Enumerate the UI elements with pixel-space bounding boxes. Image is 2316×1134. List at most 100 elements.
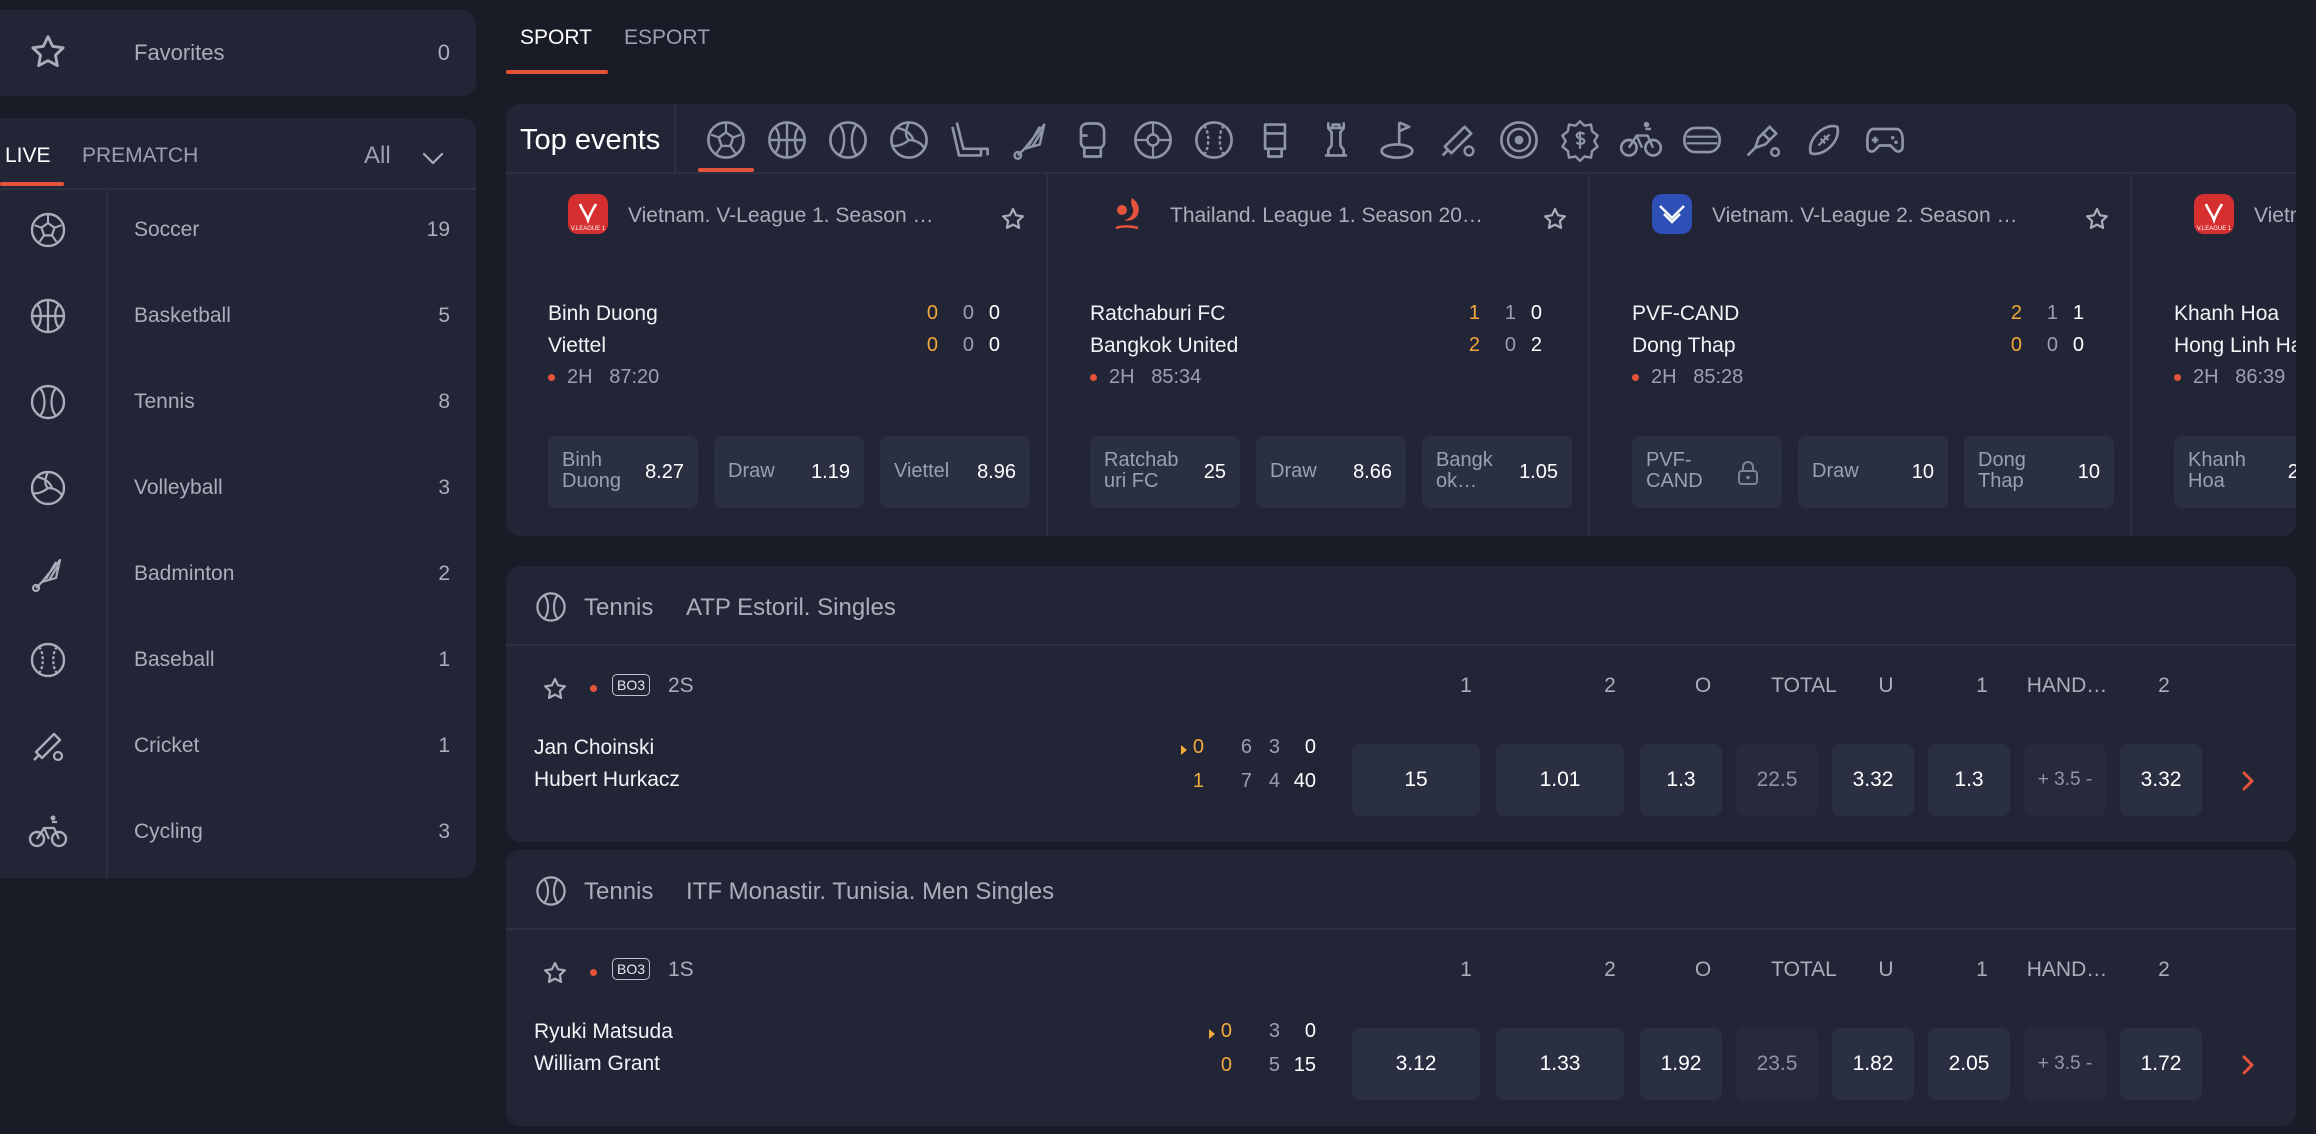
odds-label: Draw — [728, 460, 775, 482]
sidebar-item-baseball[interactable]: Baseball 1 — [0, 618, 476, 704]
away-team: Hong Linh Ha — [2174, 334, 2296, 357]
set-score: 3 — [1268, 736, 1280, 758]
basketball-icon[interactable] — [765, 118, 809, 162]
odds-button[interactable]: 3.12 — [1352, 1028, 1480, 1100]
tab-live[interactable]: LIVE — [5, 144, 51, 168]
sidebar-item-volleyball[interactable]: Volleyball 3 — [0, 446, 476, 532]
star-icon[interactable] — [542, 960, 568, 986]
sidebar-item-label: Baseball — [134, 648, 215, 671]
sidebar-item-cycling[interactable]: Cycling 3 — [0, 790, 476, 876]
odds-button-away[interactable]: Viettel 8.96 — [880, 436, 1030, 508]
live-dot — [548, 374, 555, 382]
league-logo — [1650, 192, 1694, 236]
tennis-icon — [534, 590, 568, 624]
american-football-icon[interactable] — [1802, 118, 1846, 162]
table-tennis-icon[interactable] — [1741, 118, 1785, 162]
column-header: 1 — [1460, 958, 1472, 981]
odds-button[interactable]: 2.05 — [1928, 1028, 2010, 1100]
badminton-icon[interactable] — [1009, 118, 1053, 162]
mma-icon[interactable] — [1253, 118, 1297, 162]
away-team: Bangkok United — [1090, 334, 1239, 357]
sidebar-item-soccer[interactable]: Soccer 19 — [0, 188, 476, 274]
sport-filter-select[interactable]: All — [364, 142, 391, 170]
star-icon[interactable] — [542, 676, 568, 702]
sidebar-item-count: 3 — [438, 476, 450, 499]
star-icon[interactable] — [2084, 206, 2110, 232]
ice-hockey-icon[interactable] — [948, 118, 992, 162]
chevron-right-icon[interactable] — [2240, 770, 2256, 792]
home-team: Khanh Hoa — [2174, 302, 2280, 325]
esports-gamepad-icon[interactable] — [1863, 118, 1907, 162]
odds-button-away[interactable]: Dong Thap 10 — [1964, 436, 2114, 508]
sidebar-item-tennis[interactable]: Tennis 8 — [0, 360, 476, 446]
sidebar-item-cricket[interactable]: Cricket 1 — [0, 704, 476, 790]
set-score: 6 — [1240, 736, 1252, 758]
star-icon — [28, 32, 68, 72]
odds-label: Ratchab uri FC — [1104, 449, 1179, 492]
event-card[interactable]: Vietnam. V-League 2. Season … PVF-CAND D… — [1588, 174, 2130, 536]
darts-icon[interactable] — [1497, 118, 1541, 162]
odds-button[interactable]: 1.3 — [1928, 744, 2010, 816]
odds-button[interactable]: 1.3 — [1640, 744, 1722, 816]
tab-prematch[interactable]: PREMATCH — [82, 144, 198, 168]
boxing-glove-icon[interactable] — [1070, 118, 1114, 162]
event-card[interactable]: Thailand. League 1. Season 20… Ratchabur… — [1046, 174, 1588, 536]
set-score: 7 — [1240, 770, 1252, 792]
golf-icon[interactable] — [1375, 118, 1419, 162]
tab-sport[interactable]: SPORT — [520, 26, 592, 50]
set-score: 5 — [1268, 1054, 1280, 1076]
odds-button-home-locked[interactable]: PVF-CAND — [1632, 436, 1782, 508]
odds-button[interactable]: 1.33 — [1496, 1028, 1624, 1100]
chess-icon[interactable] — [1314, 118, 1358, 162]
odds-button[interactable]: 1.01 — [1496, 744, 1624, 816]
odds-button[interactable]: 1.82 — [1832, 1028, 1914, 1100]
league-name[interactable]: ATP Estoril. Singles — [686, 594, 896, 622]
odds-value: 25 — [2287, 461, 2296, 483]
odds-button-home[interactable]: Ratchab uri FC 25 — [1090, 436, 1240, 508]
top-events-panel: Top events V.LEAGUE 1 Vietnam. V-League … — [506, 104, 2296, 536]
sidebar-item-basketball[interactable]: Basketball 5 — [0, 274, 476, 360]
odds-button[interactable]: 1.92 — [1640, 1028, 1722, 1100]
live-dot — [1632, 374, 1639, 382]
odds-button[interactable]: 1.72 — [2120, 1028, 2202, 1100]
odds-button-draw[interactable]: Draw 10 — [1798, 436, 1948, 508]
live-dot — [590, 685, 597, 692]
futsal-icon[interactable] — [1131, 118, 1175, 162]
game-score: 0 — [1220, 1054, 1232, 1076]
time: 86:39 — [2235, 366, 2286, 388]
odds-button-home[interactable]: Khanh Hoa 25 — [2174, 436, 2296, 508]
odds-button[interactable]: 3.32 — [1832, 744, 1914, 816]
volleyball-icon[interactable] — [887, 118, 931, 162]
format-badge: BO3 — [612, 958, 651, 980]
odds-button[interactable]: 15 — [1352, 744, 1480, 816]
odds-button-draw[interactable]: Draw 1.19 — [714, 436, 864, 508]
star-icon[interactable] — [1000, 206, 1026, 232]
special-bets-icon[interactable] — [1558, 118, 1602, 162]
cycling-icon[interactable] — [1619, 118, 1663, 162]
divider — [674, 104, 676, 172]
cricket-icon[interactable] — [1436, 118, 1480, 162]
tab-esport[interactable]: ESPORT — [624, 26, 710, 50]
league-name: Vietna — [2254, 204, 2296, 227]
badminton-icon — [28, 554, 68, 594]
sidebar-item-badminton[interactable]: Badminton 2 — [0, 532, 476, 618]
chevron-right-icon[interactable] — [2240, 1054, 2256, 1076]
odds-value: 25 — [1203, 461, 1226, 483]
odds-button-away[interactable]: Bangk ok… 1.05 — [1422, 436, 1572, 508]
tennis-icon[interactable] — [826, 118, 870, 162]
league-name[interactable]: ITF Monastir. Tunisia. Men Singles — [686, 878, 1054, 906]
event-card[interactable]: V.LEAGUE 1 Vietna Khanh Hoa Hong Linh Ha… — [2130, 174, 2296, 536]
chevron-down-icon[interactable] — [420, 148, 446, 168]
favorites-panel[interactable]: Favorites 0 — [0, 10, 476, 96]
event-card[interactable]: V.LEAGUE 1 Vietnam. V-League 1. Season …… — [506, 174, 1046, 536]
odds-button-home[interactable]: Binh Duong 8.27 — [548, 436, 698, 508]
bowling-icon[interactable] — [1680, 118, 1724, 162]
odds-button-draw[interactable]: Draw 8.66 — [1256, 436, 1406, 508]
odds-button[interactable]: 3.32 — [2120, 744, 2202, 816]
odds-label: Binh Duong — [562, 449, 621, 492]
star-icon[interactable] — [1542, 206, 1568, 232]
soccer-icon[interactable] — [704, 118, 748, 162]
baseball-icon[interactable] — [1192, 118, 1236, 162]
match-panel: Tennis ITF Monastir. Tunisia. Men Single… — [506, 850, 2296, 1126]
odds-label: Viettel — [894, 460, 950, 482]
